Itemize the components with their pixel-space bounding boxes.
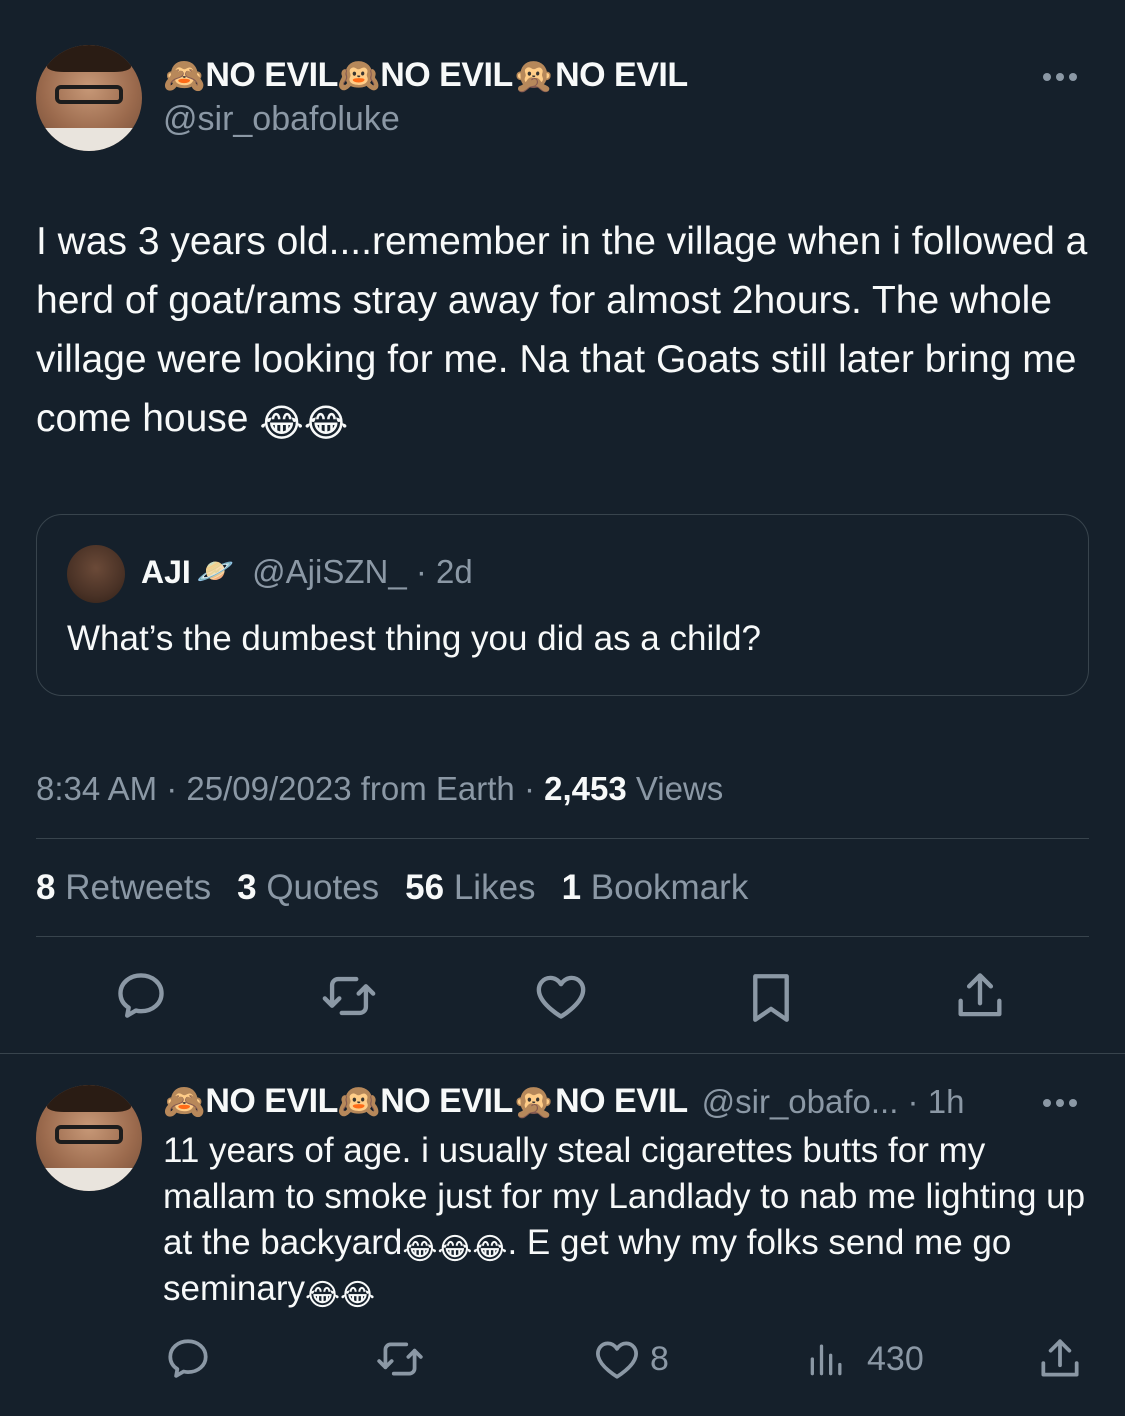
like-icon[interactable] (532, 967, 590, 1025)
see-no-evil-monkey-icon: 🙈 (163, 1082, 206, 1121)
speak-no-evil-monkey-icon: 🙊 (512, 56, 556, 95)
author-display-name[interactable]: 🙈 NO EVIL 🙉 NO EVIL 🙊 NO EVIL (163, 56, 688, 95)
speak-no-evil-monkey-icon: 🙊 (512, 1082, 556, 1121)
retweet-icon[interactable] (318, 967, 380, 1025)
author-handle[interactable]: @sir_obafoluke (163, 100, 400, 139)
quoted-handle-time: @AjiSZN_ · 2d (252, 553, 473, 590)
divider (36, 936, 1089, 937)
quoted-tweet[interactable]: AJI 🪐 @AjiSZN_ · 2d What’s the dumbest t… (36, 514, 1089, 696)
reply-author-avatar[interactable] (36, 1085, 142, 1191)
tweet-meta: 8:34 AM · 25/09/2023 from Earth · 2,453 … (36, 770, 723, 808)
see-no-evil-monkey-icon: 🙈 (163, 56, 206, 95)
quoted-avatar[interactable] (67, 545, 125, 603)
display-name-segment: NO EVIL (555, 56, 688, 94)
tweet-stats: 8 Retweets 3 Quotes 56 Likes 1 Bookmark (36, 868, 748, 908)
divider (36, 838, 1089, 839)
like-icon[interactable]: 8 (592, 1334, 669, 1384)
views-icon[interactable]: 430 (805, 1334, 924, 1384)
planet-icon: 🪐 (196, 555, 235, 588)
hear-no-evil-monkey-icon: 🙉 (337, 1082, 381, 1121)
reply-author-display-name[interactable]: 🙈 NO EVIL 🙉 NO EVIL 🙊 NO EVIL @sir_obafo… (163, 1082, 964, 1121)
display-name-segment: NO EVIL (205, 56, 338, 94)
quoted-text: What’s the dumbest thing you did as a ch… (67, 619, 761, 658)
author-avatar[interactable] (36, 45, 142, 151)
reply-text: 11 years of age. i usually steal cigaret… (163, 1128, 1093, 1312)
tears-of-joy-emoji: 😂😂 (304, 1279, 376, 1312)
retweets-stat[interactable]: 8 Retweets (36, 868, 211, 908)
reply-icon[interactable] (163, 1334, 213, 1384)
hear-no-evil-monkey-icon: 🙉 (337, 56, 381, 95)
display-name-segment: NO EVIL (380, 56, 513, 94)
quotes-stat[interactable]: 3 Quotes (237, 868, 379, 908)
display-name-segment: NO EVIL (380, 1082, 513, 1120)
tweet-body: I was 3 years old....remember in the vil… (36, 220, 1088, 440)
likes-stat[interactable]: 56 Likes (405, 868, 535, 908)
quoted-display-name: AJI (141, 553, 191, 590)
tweet-timestamp[interactable]: 8:34 AM · 25/09/2023 from Earth · (36, 770, 544, 807)
display-name-segment: NO EVIL (555, 1082, 688, 1120)
divider (0, 1053, 1125, 1054)
share-icon[interactable] (1035, 1334, 1085, 1384)
bookmarks-stat[interactable]: 1 Bookmark (562, 868, 749, 908)
bookmark-icon[interactable] (742, 967, 800, 1029)
display-name-segment: NO EVIL (205, 1082, 338, 1120)
views-label: Views (626, 770, 724, 807)
tears-of-joy-emoji: 😂😂😂 (402, 1233, 508, 1266)
more-icon[interactable] (1043, 73, 1077, 81)
views-count: 2,453 (544, 770, 627, 807)
tears-of-joy-emoji: 😂😂 (259, 403, 349, 445)
like-count: 8 (650, 1339, 669, 1378)
reply-handle-time[interactable]: @sir_obafo... · 1h (702, 1083, 965, 1121)
view-count: 430 (867, 1339, 924, 1378)
more-icon[interactable] (1043, 1099, 1077, 1107)
tweet-text: I was 3 years old....remember in the vil… (36, 212, 1096, 448)
reply-icon[interactable] (112, 967, 170, 1025)
retweet-icon[interactable] (372, 1334, 428, 1384)
share-icon[interactable] (951, 967, 1009, 1025)
